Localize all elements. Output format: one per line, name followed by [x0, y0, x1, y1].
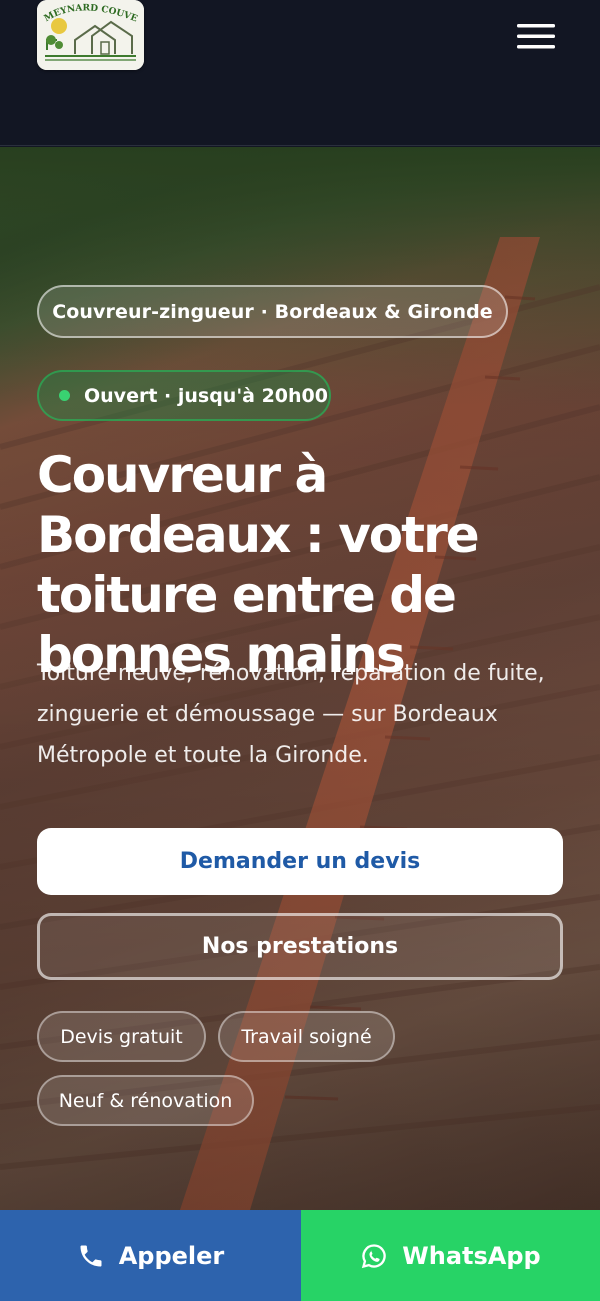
status-dot-icon — [59, 390, 70, 401]
page-title: Couvreur à Bordeaux : votre toiture entr… — [37, 446, 480, 684]
request-quote-button[interactable]: Demander un devis — [37, 828, 563, 895]
feature-tag-new-renovation: Neuf & rénovation — [37, 1075, 254, 1126]
sticky-contact-bar: Appeler WhatsApp — [0, 1210, 600, 1301]
phone-icon — [80, 1245, 102, 1266]
feature-tag-quality-work: Travail soigné — [218, 1011, 395, 1062]
company-logo[interactable]: MEYNARD COUVERTURE — [37, 0, 144, 70]
open-status-text: Ouvert · jusqu'à 20h00 — [84, 384, 328, 407]
open-status-badge: Ouvert · jusqu'à 20h00 — [37, 370, 331, 421]
hero-section: Couvreur-zingueur · Bordeaux & Gironde O… — [0, 147, 600, 1210]
hero-subtitle: Toiture neuve, rénovation, réparation de… — [37, 661, 545, 768]
call-button[interactable]: Appeler — [0, 1210, 301, 1301]
whatsapp-icon — [362, 1243, 386, 1268]
hamburger-menu-icon — [517, 24, 555, 49]
logo-image: MEYNARD COUVERTURE — [37, 0, 144, 70]
whatsapp-button[interactable]: WhatsApp — [301, 1210, 600, 1301]
whatsapp-button-label: WhatsApp — [402, 1241, 541, 1270]
specialty-badge: Couvreur-zingueur · Bordeaux & Gironde — [37, 285, 508, 338]
services-button[interactable]: Nos prestations — [37, 913, 563, 980]
menu-button[interactable] — [514, 19, 558, 53]
site-header: MEYNARD COUVERTURE — [0, 0, 600, 146]
feature-tag-free-quote: Devis gratuit — [37, 1011, 206, 1062]
call-button-label: Appeler — [118, 1241, 225, 1270]
